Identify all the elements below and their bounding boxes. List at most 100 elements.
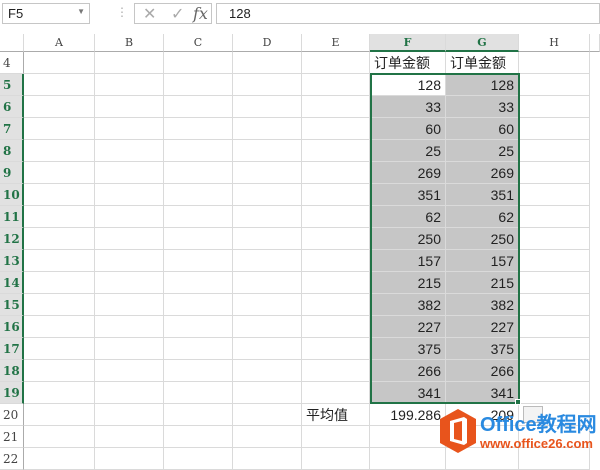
row-header-11[interactable]: 11 <box>0 206 24 228</box>
cell[interactable] <box>233 272 302 294</box>
row-header-16[interactable]: 16 <box>0 316 24 338</box>
row-header-14[interactable]: 14 <box>0 272 24 294</box>
cell-f13[interactable]: 157 <box>370 250 446 272</box>
cell[interactable] <box>370 448 446 470</box>
cell-f10[interactable]: 351 <box>370 184 446 206</box>
cell-g19[interactable]: 341 <box>446 382 519 404</box>
cell[interactable] <box>95 52 164 74</box>
cell[interactable] <box>24 404 95 426</box>
cell[interactable] <box>95 316 164 338</box>
cell-f5[interactable]: 128 <box>370 74 446 96</box>
select-all-corner[interactable] <box>0 34 24 52</box>
cell[interactable] <box>302 52 370 74</box>
cell[interactable] <box>24 382 95 404</box>
cell[interactable] <box>95 184 164 206</box>
cell[interactable] <box>302 360 370 382</box>
cell-f19[interactable]: 341 <box>370 382 446 404</box>
cell-g14[interactable]: 215 <box>446 272 519 294</box>
cell[interactable] <box>24 272 95 294</box>
cell-f8[interactable]: 25 <box>370 140 446 162</box>
cell[interactable] <box>24 140 95 162</box>
cell[interactable] <box>302 228 370 250</box>
row-header-19[interactable]: 19 <box>0 382 24 404</box>
cell[interactable] <box>164 294 233 316</box>
cell[interactable] <box>302 74 370 96</box>
cell-f15[interactable]: 382 <box>370 294 446 316</box>
name-box[interactable]: F5 ▼ <box>2 3 90 24</box>
cell[interactable] <box>95 250 164 272</box>
cell[interactable] <box>24 338 95 360</box>
cell[interactable] <box>233 448 302 470</box>
row-header-6[interactable]: 6 <box>0 96 24 118</box>
cell[interactable] <box>302 448 370 470</box>
cell[interactable] <box>302 184 370 206</box>
cell[interactable] <box>164 162 233 184</box>
cell[interactable] <box>24 96 95 118</box>
column-header-a[interactable]: A <box>24 34 95 52</box>
cell[interactable] <box>233 404 302 426</box>
cell-f17[interactable]: 375 <box>370 338 446 360</box>
cell[interactable] <box>164 228 233 250</box>
cell[interactable] <box>164 426 233 448</box>
cell-g5[interactable]: 128 <box>446 74 519 96</box>
cell[interactable] <box>164 316 233 338</box>
column-header-b[interactable]: B <box>95 34 164 52</box>
cell[interactable] <box>302 96 370 118</box>
cell[interactable] <box>519 74 590 96</box>
cell[interactable] <box>95 206 164 228</box>
cell[interactable] <box>233 316 302 338</box>
column-header-c[interactable]: C <box>164 34 233 52</box>
cell[interactable] <box>302 272 370 294</box>
cell[interactable] <box>164 272 233 294</box>
cell[interactable] <box>519 294 590 316</box>
cell[interactable] <box>95 382 164 404</box>
cell[interactable] <box>95 96 164 118</box>
cell[interactable] <box>95 448 164 470</box>
drag-handle-icon[interactable]: ⋮ <box>116 5 128 19</box>
cell[interactable] <box>233 250 302 272</box>
cell[interactable] <box>164 360 233 382</box>
cell[interactable] <box>24 118 95 140</box>
cell[interactable] <box>164 96 233 118</box>
column-header-g[interactable]: G <box>446 34 519 52</box>
cell[interactable] <box>519 316 590 338</box>
cell[interactable] <box>370 426 446 448</box>
cell[interactable] <box>302 382 370 404</box>
cell-f16[interactable]: 227 <box>370 316 446 338</box>
cell[interactable] <box>233 338 302 360</box>
row-header-5[interactable]: 5 <box>0 74 24 96</box>
cell[interactable] <box>24 426 95 448</box>
cell[interactable] <box>233 140 302 162</box>
cell-f7[interactable]: 60 <box>370 118 446 140</box>
cell[interactable] <box>95 74 164 96</box>
cell[interactable] <box>302 118 370 140</box>
cell[interactable] <box>233 118 302 140</box>
cell[interactable] <box>24 162 95 184</box>
cell[interactable] <box>95 140 164 162</box>
cell[interactable] <box>519 184 590 206</box>
cell[interactable] <box>233 74 302 96</box>
column-header-d[interactable]: D <box>233 34 302 52</box>
cell-g18[interactable]: 266 <box>446 360 519 382</box>
cell[interactable] <box>519 96 590 118</box>
cell[interactable] <box>95 338 164 360</box>
cell-f6[interactable]: 33 <box>370 96 446 118</box>
cell-f4[interactable]: 订单金额 <box>370 52 446 74</box>
cell-f20[interactable]: 199.286 <box>370 404 446 426</box>
cell-g17[interactable]: 375 <box>446 338 519 360</box>
row-header-15[interactable]: 15 <box>0 294 24 316</box>
row-header-22[interactable]: 22 <box>0 448 24 470</box>
cell[interactable] <box>233 382 302 404</box>
row-header-12[interactable]: 12 <box>0 228 24 250</box>
cell[interactable] <box>24 316 95 338</box>
row-header-18[interactable]: 18 <box>0 360 24 382</box>
cell[interactable] <box>24 184 95 206</box>
cell[interactable] <box>164 184 233 206</box>
cell[interactable] <box>164 206 233 228</box>
cell[interactable] <box>519 140 590 162</box>
cell[interactable] <box>233 228 302 250</box>
row-header-8[interactable]: 8 <box>0 140 24 162</box>
cell[interactable] <box>24 52 95 74</box>
cell[interactable] <box>233 96 302 118</box>
row-header-7[interactable]: 7 <box>0 118 24 140</box>
